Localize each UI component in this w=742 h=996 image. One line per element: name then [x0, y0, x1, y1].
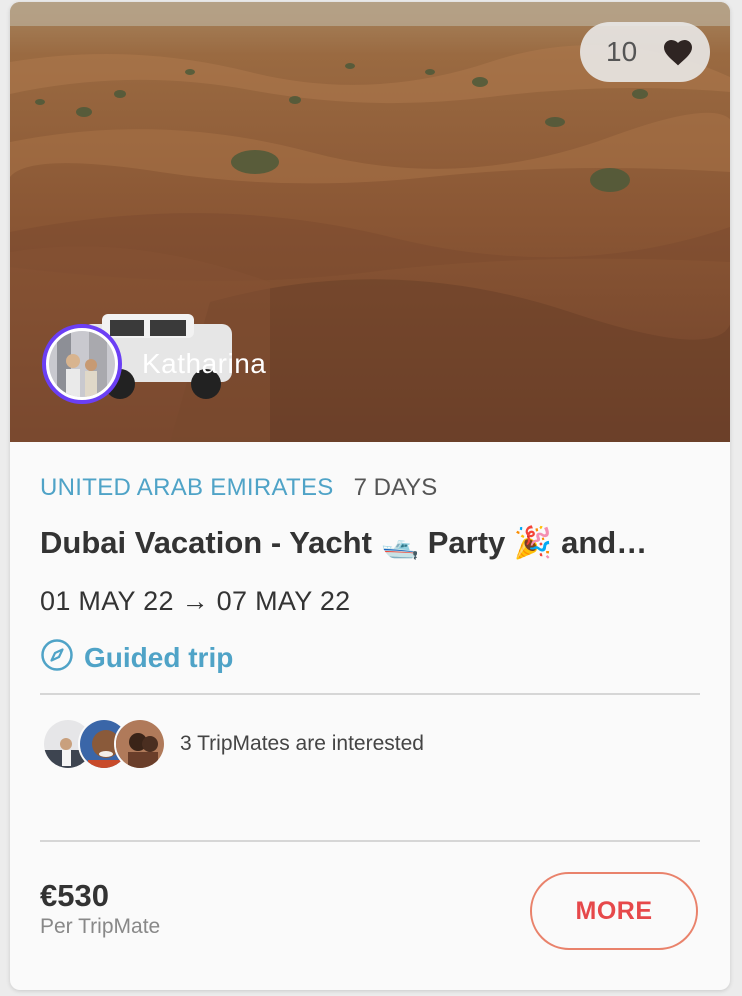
- country-label: UNITED ARAB EMIRATES: [40, 474, 334, 501]
- likes-badge[interactable]: 10: [580, 22, 710, 82]
- host-avatar[interactable]: [42, 324, 122, 404]
- divider: [40, 693, 700, 695]
- trip-price: €530: [40, 878, 109, 913]
- duration-label: 7 DAYS: [353, 474, 438, 501]
- trip-meta: UNITED ARAB EMIRATES 7 DAYS: [40, 474, 437, 502]
- price-unit: Per TripMate: [40, 915, 161, 938]
- host-info[interactable]: Katharina: [42, 324, 266, 404]
- trip-card[interactable]: 10 Katharina UNITED ARAB EMIRATES 7 DAYS…: [10, 2, 730, 990]
- compass-icon: [40, 638, 74, 677]
- host-name[interactable]: Katharina: [142, 348, 266, 380]
- trip-dates: 01 MAY 22 → 07 MAY 22: [40, 586, 351, 616]
- interested-tripmates[interactable]: 3 TripMates are interested: [42, 718, 424, 770]
- guided-trip-label: Guided trip: [84, 641, 234, 673]
- interested-count-text: 3 TripMates are interested: [180, 732, 424, 755]
- trip-title[interactable]: Dubai Vacation - Yacht 🛥️ Party 🎉 and…: [40, 524, 700, 561]
- heart-icon[interactable]: [662, 37, 694, 67]
- divider: [40, 840, 700, 842]
- more-button[interactable]: MORE: [530, 872, 698, 950]
- likes-count: 10: [606, 36, 638, 67]
- tripmate-avatar[interactable]: [114, 718, 166, 770]
- guided-trip-tag: Guided trip: [40, 638, 233, 677]
- trip-cover-image[interactable]: 10 Katharina: [10, 2, 730, 442]
